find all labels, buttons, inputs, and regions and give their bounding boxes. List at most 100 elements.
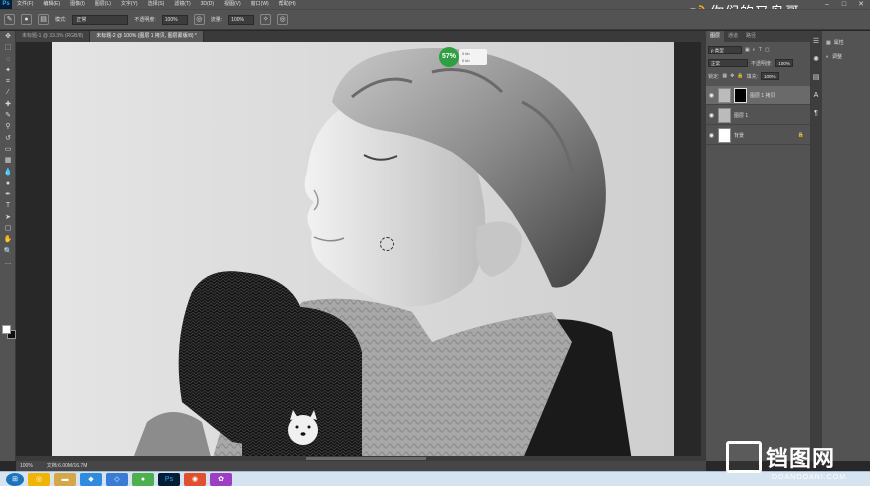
layer-row-layer-1[interactable]: ◉ 图层 1 <box>706 106 810 125</box>
path-selection-tool-icon[interactable]: ➤ <box>0 212 16 223</box>
menu-3d[interactable]: 3D(D) <box>196 0 219 9</box>
layer-mask-thumbnail[interactable] <box>734 87 747 103</box>
crop-tool-icon[interactable]: ⌗ <box>0 76 16 87</box>
layer-thumbnail <box>718 107 731 123</box>
color-swatches[interactable] <box>2 325 16 339</box>
layer-opacity-field[interactable]: 100% <box>775 59 794 67</box>
lock-pixels-icon[interactable]: ▦ <box>722 73 727 79</box>
blur-tool-icon[interactable]: 💧 <box>0 167 16 178</box>
visibility-eye-icon[interactable]: ◉ <box>708 112 715 119</box>
history-icon[interactable]: ☰ <box>810 35 822 49</box>
adjustments-item[interactable]: ◐ 调整 <box>826 53 842 61</box>
layer-filter-select[interactable]: ρ 类型 <box>708 46 742 54</box>
tab-document-1[interactable]: 未标题-1 @ 33.3% (RGB/8) <box>16 31 91 42</box>
menu-view[interactable]: 视图(V) <box>219 0 246 9</box>
maximize-icon[interactable]: □ <box>837 0 851 9</box>
minimize-icon[interactable]: – <box>820 0 834 9</box>
fill-label: 填充: <box>746 73 758 80</box>
app3-taskbar-icon[interactable]: ● <box>132 472 154 486</box>
filter-image-icon[interactable]: ▣ <box>745 47 750 53</box>
clone-source-icon[interactable]: ▤ <box>810 71 822 85</box>
healing-tool-icon[interactable]: ✚ <box>0 99 16 110</box>
lock-all-icon[interactable]: 🔒 <box>737 73 743 79</box>
fill-field[interactable]: 100% <box>760 72 779 80</box>
menu-layer[interactable]: 图层(L) <box>90 0 116 9</box>
scroll-thumb[interactable] <box>306 457 426 460</box>
chrome-taskbar-icon[interactable]: ◎ <box>28 472 50 486</box>
blend-mode-select[interactable]: 正常 <box>708 59 748 67</box>
foreground-color-swatch[interactable] <box>2 325 11 334</box>
eraser-tool-icon[interactable]: ▭ <box>0 144 16 155</box>
app-taskbar-icon[interactable]: ◆ <box>80 472 102 486</box>
hand-tool-icon[interactable]: ✋ <box>0 234 16 245</box>
menu-help[interactable]: 帮助(H) <box>274 0 301 9</box>
visibility-eye-icon[interactable]: ◉ <box>708 92 715 99</box>
pressure-opacity-icon[interactable]: ◎ <box>193 14 205 25</box>
lock-row: 锁定: ▦ ✥ 🔒 填充: 100% <box>708 71 808 81</box>
shape-tool-icon[interactable]: ▢ <box>0 223 16 234</box>
type-tool-icon[interactable]: T <box>0 200 16 211</box>
history-brush-tool-icon[interactable]: ↺ <box>0 133 16 144</box>
close-icon[interactable]: ✕ <box>854 0 868 9</box>
layer-row-background[interactable]: ◉ 背景 🔒 <box>706 126 810 145</box>
app4-taskbar-icon[interactable]: ◉ <box>184 472 206 486</box>
brush-preset-icon[interactable]: ● <box>21 14 32 25</box>
brush-tool-icon[interactable]: ✎ <box>4 14 15 25</box>
more-tools-icon[interactable]: … <box>0 257 16 268</box>
airbrush-icon[interactable]: ✧ <box>260 14 272 25</box>
mode-select[interactable]: 正常 <box>72 14 129 25</box>
filter-type-icon[interactable]: T <box>759 47 762 53</box>
marquee-tool-icon[interactable]: ⬚ <box>0 42 16 53</box>
visibility-eye-icon[interactable]: ◉ <box>708 132 715 139</box>
pen-tool-icon[interactable]: ✒ <box>0 189 16 200</box>
start-button[interactable]: ⊞ <box>6 472 24 486</box>
eyedropper-tool-icon[interactable]: ⁄ <box>0 87 16 98</box>
tab-channels[interactable]: 通道 <box>724 31 742 42</box>
tools-panel: ✥ ⬚ ◌ ✦ ⌗ ⁄ ✚ ✎ ⚲ ↺ ▭ ▦ 💧 ● ✒ T ➤ ▢ ✋ 🔍 … <box>0 31 16 461</box>
clone-stamp-tool-icon[interactable]: ⚲ <box>0 121 16 132</box>
menu-window[interactable]: 窗口(W) <box>246 0 274 9</box>
brush-tool-icon[interactable]: ✎ <box>0 110 16 121</box>
lock-position-icon[interactable]: ✥ <box>730 73 734 79</box>
properties-icon: ▦ <box>826 39 831 46</box>
gradient-tool-icon[interactable]: ▦ <box>0 155 16 166</box>
progress-indicator: 57% <box>439 47 459 67</box>
document-canvas[interactable] <box>52 42 674 461</box>
menu-image[interactable]: 图像(I) <box>65 0 90 9</box>
properties-item[interactable]: ▦ 属性 <box>826 39 844 47</box>
tab-paths[interactable]: 路径 <box>742 31 760 42</box>
dodge-tool-icon[interactable]: ● <box>0 178 16 189</box>
tab-layers[interactable]: 图层 <box>706 31 725 42</box>
filter-shape-icon[interactable]: ▢ <box>765 47 770 53</box>
brush-panel-icon[interactable]: ▤ <box>38 14 49 25</box>
layers-panel-tabs: 图层 通道 路径 <box>706 31 810 42</box>
site-logo-icon <box>726 441 762 473</box>
pressure-size-icon[interactable]: ◎ <box>277 14 289 25</box>
document-size: 文档:6.00M/16.7M <box>46 463 88 469</box>
zoom-tool-icon[interactable]: 🔍 <box>0 246 16 257</box>
menu-select[interactable]: 选择(S) <box>143 0 170 9</box>
character-icon[interactable]: A <box>810 89 822 103</box>
document-tabs: 未标题-1 @ 33.3% (RGB/8) 未标题-2 @ 100% (图层 1… <box>16 31 706 42</box>
layer-row-copy[interactable]: ◉ 图层 1 拷贝 <box>706 86 810 105</box>
flow-field[interactable]: 100% <box>228 14 255 25</box>
menu-edit[interactable]: 编辑(E) <box>38 0 65 9</box>
menu-filter[interactable]: 滤镜(T) <box>169 0 195 9</box>
zoom-level[interactable]: 100% <box>20 461 33 471</box>
paragraph-icon[interactable]: ¶ <box>810 107 822 121</box>
menu-type[interactable]: 文字(Y) <box>116 0 143 9</box>
opacity-field[interactable]: 100% <box>161 14 188 25</box>
lasso-tool-icon[interactable]: ◌ <box>0 54 16 65</box>
menu-file[interactable]: 文件(F) <box>12 0 38 9</box>
app2-taskbar-icon[interactable]: ◇ <box>106 472 128 486</box>
move-tool-icon[interactable]: ✥ <box>0 31 16 42</box>
magic-wand-tool-icon[interactable]: ✦ <box>0 65 16 76</box>
filter-adjust-icon[interactable]: ◐ <box>753 47 756 53</box>
app5-taskbar-icon[interactable]: ✿ <box>210 472 232 486</box>
explorer-taskbar-icon[interactable]: ▬ <box>54 472 76 486</box>
flow-label: 流量: <box>210 17 223 23</box>
photoshop-taskbar-icon[interactable]: Ps <box>158 472 180 486</box>
tab-document-2[interactable]: 未标题-2 @ 100% (图层 1 拷贝, 图层蒙版/8) * <box>90 31 204 42</box>
brush-settings-icon[interactable]: ✺ <box>810 53 822 67</box>
canvas-area[interactable]: 57% 0 kb 0 kb <box>16 42 706 461</box>
